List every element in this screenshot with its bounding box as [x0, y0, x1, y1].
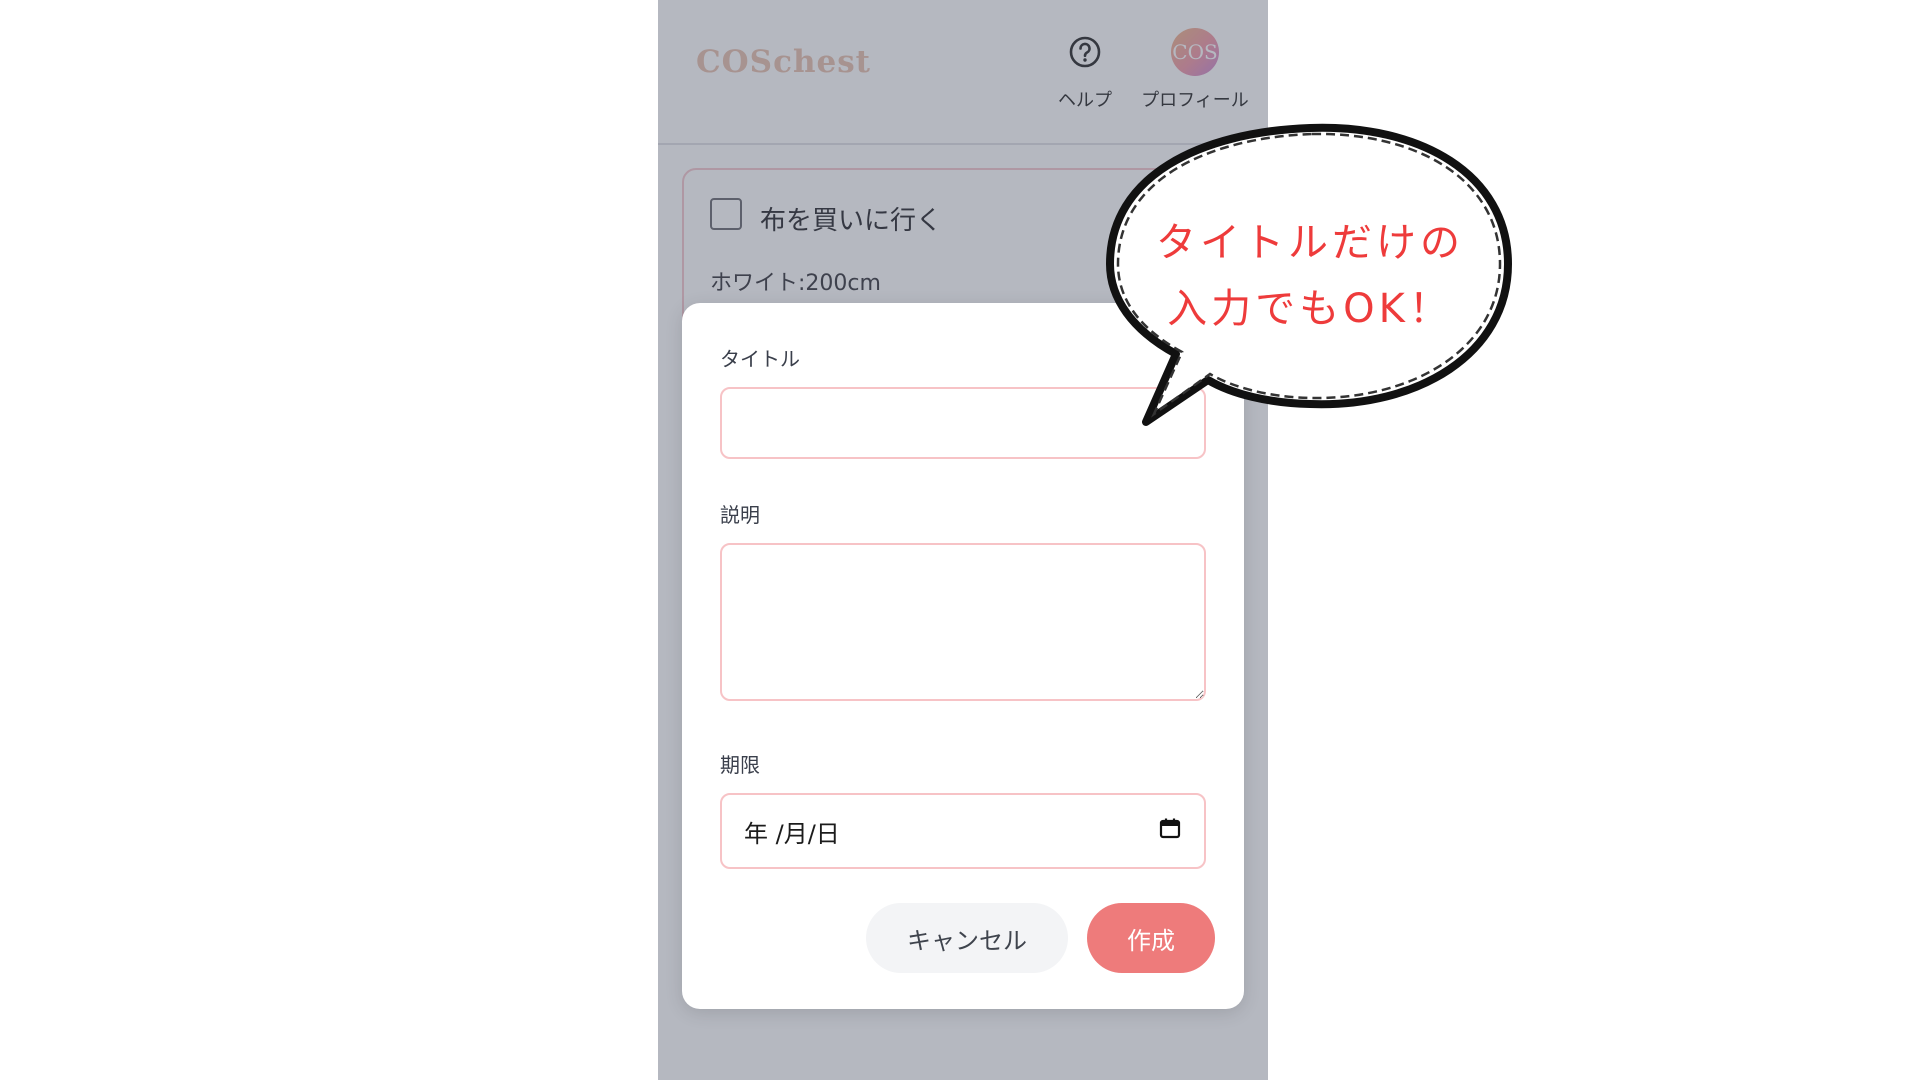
annotation-line-2: 入力でもOK！	[1167, 286, 1453, 332]
deadline-date-input[interactable]: 年 /月/日	[720, 793, 1206, 869]
date-placeholder: 年 /月/日	[744, 819, 840, 848]
screen: COSchest ヘルプ COS プロフィール 布を買いに行く ホワイト:200…	[0, 0, 1920, 1080]
annotation-speech-bubble: タイトルだけの 入力でもOK！	[1100, 118, 1520, 428]
title-label: タイトル	[720, 347, 800, 371]
create-button[interactable]: 作成	[1087, 903, 1215, 973]
description-textarea[interactable]	[720, 543, 1206, 701]
speech-bubble-shape	[1106, 123, 1512, 426]
annotation-line-1: タイトルだけの	[1156, 220, 1464, 266]
cancel-button[interactable]: キャンセル	[866, 903, 1068, 973]
calendar-icon[interactable]	[1158, 816, 1182, 846]
deadline-label: 期限	[720, 753, 760, 777]
description-label: 説明	[720, 503, 760, 527]
